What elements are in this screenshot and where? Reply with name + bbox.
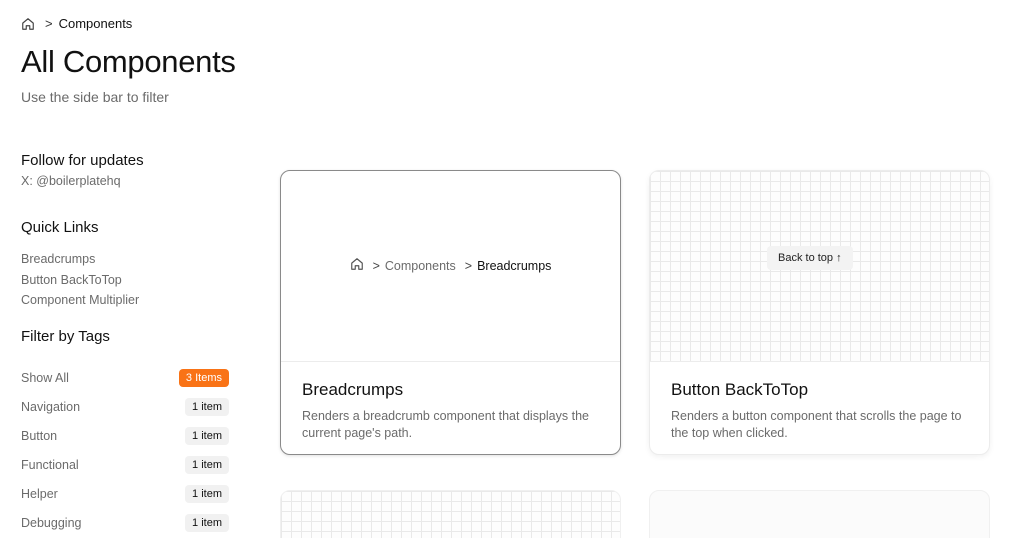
- quick-link-component-multiplier[interactable]: Component Multiplier: [21, 292, 139, 313]
- tag-count-badge: 1 item: [185, 426, 229, 445]
- tag-filter-show-all[interactable]: Show All 3 Items: [21, 363, 229, 392]
- card-preview: > Components > Breadcrumps: [281, 171, 620, 362]
- card-description: Renders a button component that scrolls …: [671, 409, 962, 440]
- tag-count-badge: 1 item: [185, 484, 229, 503]
- quick-links-heading: Quick Links: [21, 219, 99, 236]
- home-icon[interactable]: [350, 257, 364, 274]
- quick-links-list: Breadcrumps Button BackToTop Component M…: [21, 251, 139, 313]
- chevron-right-icon: >: [372, 258, 380, 273]
- tag-filter-button[interactable]: Button 1 item: [21, 421, 229, 450]
- tag-filter-debugging[interactable]: Debugging 1 item: [21, 508, 229, 537]
- home-icon[interactable]: [21, 17, 35, 31]
- tag-filter-navigation[interactable]: Navigation 1 item: [21, 392, 229, 421]
- component-card-partial[interactable]: [280, 490, 621, 538]
- chevron-right-icon: >: [464, 258, 473, 273]
- social-handle[interactable]: X: @boilerplatehq: [21, 174, 121, 188]
- tag-label: Navigation: [21, 399, 81, 414]
- preview-crumb-link[interactable]: Components: [385, 259, 456, 273]
- follow-heading: Follow for updates: [21, 152, 144, 169]
- quick-link-button-backtotop[interactable]: Button BackToTop: [21, 272, 139, 293]
- card-title: Button BackToTop: [671, 380, 809, 399]
- preview-breadcrumb: > Components > Breadcrumps: [281, 257, 620, 274]
- quick-link-breadcrumps[interactable]: Breadcrumps: [21, 251, 139, 272]
- card-body: Breadcrumps Renders a breadcrumb compone…: [281, 362, 620, 442]
- tag-filter-list: Show All 3 Items Navigation 1 item Butto…: [21, 363, 229, 537]
- tag-label: Helper: [21, 486, 58, 501]
- components-page: > Components All Components Use the side…: [0, 0, 1024, 538]
- filter-heading: Filter by Tags: [21, 328, 110, 345]
- component-card-partial[interactable]: [649, 490, 990, 538]
- tag-count-badge: 1 item: [185, 455, 229, 474]
- page-subtitle: Use the side bar to filter: [21, 89, 169, 105]
- tag-count-badge: 3 Items: [178, 368, 229, 387]
- component-card-breadcrumps[interactable]: > Components > Breadcrumps Breadcrumps R…: [280, 170, 621, 455]
- tag-label: Button: [21, 428, 58, 443]
- card-description: Renders a breadcrumb component that disp…: [302, 409, 589, 440]
- tag-label: Show All: [21, 370, 69, 385]
- tag-label: Debugging: [21, 515, 82, 530]
- back-to-top-button[interactable]: Back to top ↑: [767, 246, 853, 270]
- card-body: Button BackToTop Renders a button compon…: [650, 362, 989, 442]
- card-title: Breadcrumps: [302, 380, 404, 399]
- breadcrumb-current: Components: [58, 16, 133, 31]
- component-card-button-backtotop[interactable]: Back to top ↑ Button BackToTop Renders a…: [649, 170, 990, 455]
- chevron-right-icon: >: [45, 16, 53, 31]
- breadcrumb: > Components: [21, 16, 132, 31]
- card-preview: Back to top ↑: [650, 171, 989, 362]
- tag-count-badge: 1 item: [185, 397, 229, 416]
- tag-count-badge: 1 item: [185, 513, 229, 532]
- tag-label: Functional: [21, 457, 79, 472]
- preview-crumb-current: Breadcrumps: [477, 258, 552, 273]
- tag-filter-functional[interactable]: Functional 1 item: [21, 450, 229, 479]
- page-title: All Components: [21, 44, 236, 79]
- tag-filter-helper[interactable]: Helper 1 item: [21, 479, 229, 508]
